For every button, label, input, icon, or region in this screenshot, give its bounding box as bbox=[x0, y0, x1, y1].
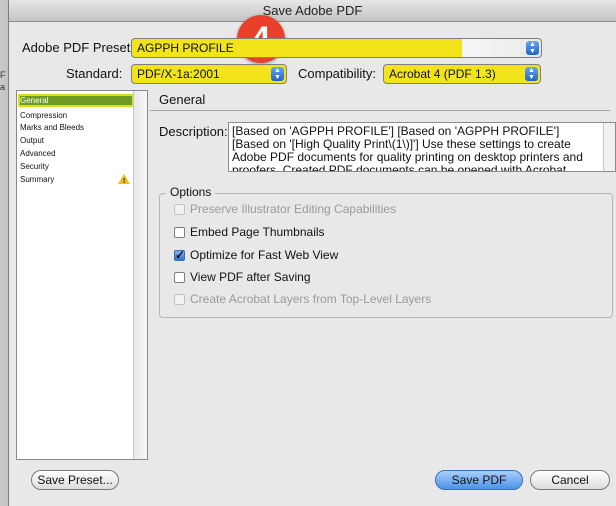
preset-value: AGPPH PROFILE bbox=[137, 41, 234, 55]
sidebar-item-marks-and-bleeds[interactable]: Marks and Bleeds bbox=[18, 121, 134, 134]
view-pdf-after-saving-checkbox[interactable]: View PDF after Saving bbox=[174, 270, 311, 286]
description-label: Description: bbox=[159, 124, 228, 139]
preserve-editing-checkbox[interactable]: Preserve Illustrator Editing Capabilitie… bbox=[174, 202, 396, 218]
sidebar-item-security[interactable]: Security bbox=[18, 160, 134, 173]
compatibility-select[interactable]: Acrobat 4 (PDF 1.3) ▲ ▼ bbox=[383, 64, 541, 84]
standard-value: PDF/X-1a:2001 bbox=[137, 67, 220, 81]
checkbox-label: Preserve Illustrator Editing Capabilitie… bbox=[190, 202, 397, 216]
cancel-button[interactable]: Cancel bbox=[530, 470, 610, 490]
description-scrollbar[interactable] bbox=[603, 123, 615, 171]
sidebar-item-advanced[interactable]: Advanced bbox=[18, 147, 134, 160]
save-preset-button[interactable]: Save Preset... bbox=[31, 470, 119, 490]
sidebar-item-output[interactable]: Output bbox=[18, 134, 134, 147]
settings-category-list: General Compression Marks and Bleeds Out… bbox=[16, 90, 148, 460]
preset-label: Adobe PDF Preset: bbox=[22, 40, 134, 55]
standard-select[interactable]: PDF/X-1a:2001 ▲ ▼ bbox=[131, 64, 287, 84]
section-title: General bbox=[159, 92, 206, 107]
chevron-updown-icon: ▲ ▼ bbox=[525, 67, 538, 81]
sidebar-scrollbar[interactable] bbox=[133, 91, 147, 459]
checkbox-icon bbox=[174, 272, 185, 283]
checkbox-icon bbox=[174, 204, 185, 215]
sidebar-item-label: Summary bbox=[20, 175, 55, 184]
compatibility-label: Compatibility: bbox=[298, 66, 377, 81]
checkbox-icon bbox=[174, 294, 185, 305]
options-legend: Options bbox=[166, 185, 216, 199]
sidebar-item-summary[interactable]: Summary ! bbox=[18, 173, 134, 186]
description-textarea[interactable]: [Based on 'AGPPH PROFILE'] [Based on 'AG… bbox=[228, 122, 616, 172]
checkbox-label: Create Acrobat Layers from Top-Level Lay… bbox=[190, 292, 432, 306]
checkmark-icon bbox=[174, 248, 185, 262]
checkbox-label: Optimize for Fast Web View bbox=[190, 248, 339, 262]
section-divider bbox=[150, 110, 610, 111]
create-acrobat-layers-checkbox[interactable]: Create Acrobat Layers from Top-Level Lay… bbox=[174, 292, 431, 308]
save-pdf-button[interactable]: Save PDF bbox=[435, 470, 523, 490]
window-title: Save Adobe PDF bbox=[9, 0, 616, 22]
optimize-web-view-checkbox[interactable]: Optimize for Fast Web View bbox=[174, 248, 338, 264]
warning-icon: ! bbox=[118, 174, 130, 185]
chevron-updown-icon: ▲ ▼ bbox=[271, 67, 284, 81]
standard-label: Standard: bbox=[66, 66, 123, 81]
compatibility-value: Acrobat 4 (PDF 1.3) bbox=[389, 67, 496, 81]
description-text: [Based on 'AGPPH PROFILE'] [Based on 'AG… bbox=[232, 124, 583, 172]
checkbox-label: View PDF after Saving bbox=[190, 270, 311, 284]
checkbox-icon bbox=[174, 227, 185, 238]
preset-select[interactable]: AGPPH PROFILE ▲ ▼ bbox=[131, 38, 542, 58]
checkbox-label: Embed Page Thumbnails bbox=[190, 225, 325, 239]
embed-thumbnails-checkbox[interactable]: Embed Page Thumbnails bbox=[174, 225, 325, 241]
sidebar-item-general[interactable]: General bbox=[18, 94, 134, 107]
chevron-updown-icon: ▲ ▼ bbox=[526, 41, 539, 55]
